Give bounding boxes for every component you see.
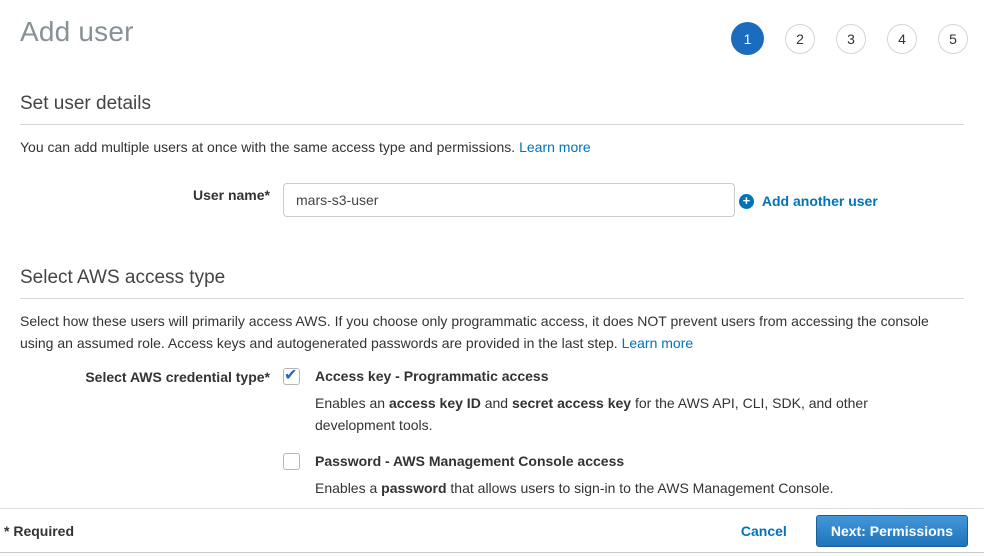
- page-bottom-edge: [0, 552, 984, 556]
- page-title: Add user: [20, 16, 134, 48]
- next-permissions-button[interactable]: Next: Permissions: [816, 515, 968, 547]
- option-title: Access key - Programmatic access: [315, 368, 875, 384]
- section-heading-user-details: Set user details: [20, 93, 964, 115]
- credential-option-password-console: Password - AWS Management Console access…: [283, 453, 875, 499]
- section-heading-access-type: Select AWS access type: [20, 267, 964, 289]
- username-input[interactable]: [283, 183, 735, 217]
- option-title: Password - AWS Management Console access: [315, 453, 834, 469]
- learn-more-link-access-type[interactable]: Learn more: [622, 335, 694, 351]
- credential-type-label: Select AWS credential type*: [20, 368, 270, 385]
- main-content: Set user details You can add multiple us…: [0, 93, 984, 499]
- option-description: Enables a password that allows users to …: [315, 477, 834, 499]
- add-another-user-label: Add another user: [762, 193, 878, 209]
- plus-icon: +: [739, 194, 754, 209]
- learn-more-link-user-details[interactable]: Learn more: [519, 139, 591, 155]
- credential-options: ✔ Access key - Programmatic access Enabl…: [283, 368, 875, 499]
- wizard-footer: * Required Cancel Next: Permissions: [0, 508, 984, 552]
- access-type-intro: Select how these users will primarily ac…: [20, 310, 964, 354]
- check-icon: ✔: [284, 365, 297, 385]
- section-divider: [20, 298, 964, 299]
- required-note: * Required: [4, 523, 74, 539]
- wizard-step-1: 1: [731, 22, 764, 55]
- add-user-wizard: Add user 12345 Set user details You can …: [0, 0, 984, 556]
- username-row: User name* + Add another user: [20, 178, 964, 217]
- password-checkbox[interactable]: [283, 453, 300, 470]
- wizard-step-2: 2: [785, 24, 815, 54]
- section-divider: [20, 124, 964, 125]
- cancel-button[interactable]: Cancel: [741, 523, 787, 539]
- credential-type-row: Select AWS credential type* ✔ Access key…: [20, 368, 964, 499]
- add-another-user-button[interactable]: + Add another user: [739, 193, 878, 209]
- page-header: Add user 12345: [0, 0, 984, 55]
- wizard-step-5: 5: [938, 24, 968, 54]
- wizard-step-3: 3: [836, 24, 866, 54]
- username-label: User name*: [20, 178, 270, 203]
- access-type-intro-text: Select how these users will primarily ac…: [20, 313, 929, 351]
- credential-option-access-key-programmatic: ✔ Access key - Programmatic access Enabl…: [283, 368, 875, 436]
- wizard-step-4: 4: [887, 24, 917, 54]
- access-key-checkbox[interactable]: ✔: [283, 368, 300, 385]
- user-details-intro: You can add multiple users at once with …: [20, 136, 964, 158]
- wizard-step-indicator: 12345: [731, 22, 968, 55]
- user-details-intro-text: You can add multiple users at once with …: [20, 139, 515, 155]
- option-description: Enables an access key ID and secret acce…: [315, 392, 875, 436]
